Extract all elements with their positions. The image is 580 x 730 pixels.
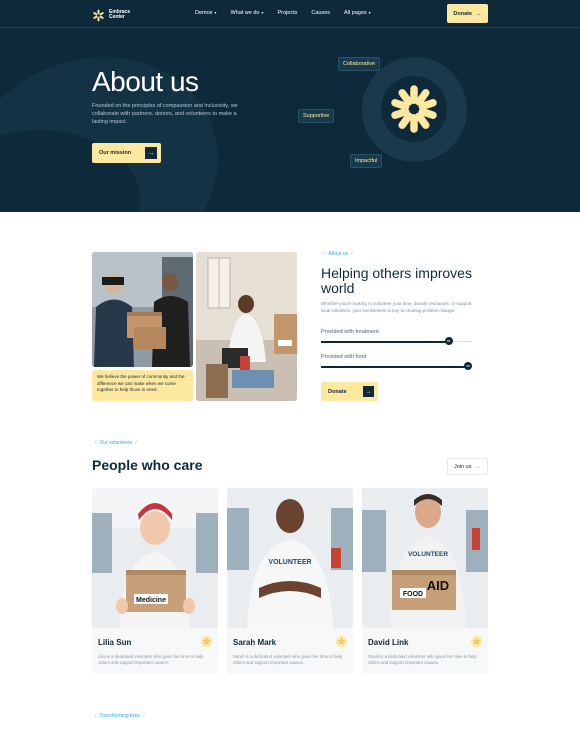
breadcrumb-link[interactable]: Transforming lives	[99, 713, 140, 719]
logo-text: Embrace Center	[109, 8, 131, 20]
volunteer-card-body: Sarah Mark Sarah is a dedicated voluntee…	[227, 628, 353, 674]
breadcrumb-link[interactable]: Our volunteers	[99, 440, 132, 446]
arrow-right-icon: →	[145, 147, 157, 159]
volunteer-card[interactable]: VOLUNTEER AID FOOD David Link David is a…	[362, 488, 488, 674]
hero-description: Founded on the principles of compassion …	[92, 103, 238, 125]
volunteer-name: David Link	[368, 638, 409, 647]
progress-fill	[321, 365, 468, 368]
tag-supportive: Supportive	[298, 109, 335, 123]
volunteer-card[interactable]: VOLUNTEER Sarah Mark Sarah is a dedicate…	[227, 488, 353, 674]
sunburst-icon	[471, 636, 482, 647]
volunteer-card-body: David Link David is a dedicated voluntee…	[362, 628, 488, 674]
chevron-down-icon: ▾	[214, 10, 217, 15]
shirt-text: VOLUNTEER	[408, 551, 448, 558]
hero-section: Embrace Center Demos ▾ What we do ▾ Projec…	[0, 0, 580, 212]
section-title: Helping others improves world	[321, 265, 472, 296]
breadcrumb: / Our volunteers /	[95, 440, 137, 446]
volunteer-photo: VOLUNTEER AID FOOD	[362, 488, 488, 628]
section-title: People who care	[92, 457, 203, 473]
volunteer-card-body: Lilia Sun Lilia is a dedicated volunteer…	[92, 628, 218, 674]
hero-emblem	[381, 76, 447, 142]
box-label-text: AID	[427, 578, 449, 593]
box-label-text: Medicine	[136, 597, 166, 604]
nav-item-what-we-do[interactable]: What we do ▾	[230, 10, 263, 16]
chevron-down-icon: ▾	[261, 10, 264, 15]
progress-value-badge: 98	[464, 362, 472, 370]
progress-label: Provided with treatment	[321, 329, 379, 335]
volunteer-description: Sarah is a dedicated volunteer who gives…	[233, 654, 343, 665]
progress-bar: 98	[321, 362, 472, 370]
nav-item-causes[interactable]: Causes	[311, 10, 330, 16]
donate-button[interactable]: Donate →	[447, 4, 488, 23]
sunburst-icon	[201, 636, 212, 647]
volunteer-description: Lilia is a dedicated volunteer who gives…	[98, 654, 204, 665]
logo[interactable]: Embrace Center	[92, 9, 139, 22]
volunteer-card[interactable]: Medicine Lilia Sun Lilia is a dedicated …	[92, 488, 218, 674]
volunteers-boxes-photo	[92, 252, 193, 367]
sunburst-icon	[336, 636, 347, 647]
breadcrumb-link[interactable]: About us	[328, 251, 348, 257]
arrow-right-icon: →	[475, 463, 481, 470]
volunteer-photo: Medicine	[92, 488, 218, 628]
volunteer-packing-photo	[196, 252, 297, 401]
nav-menu: Demos ▾ What we do ▾ Projects Causes All p…	[195, 10, 385, 16]
volunteer-name: Lilia Sun	[98, 638, 132, 647]
volunteer-description: David is a dedicated volunteer who gives…	[368, 654, 477, 665]
volunteer-photo: VOLUNTEER	[227, 488, 353, 628]
shirt-text: VOLUNTEER	[268, 559, 311, 566]
progress-value-badge: 85	[444, 337, 453, 345]
quote-card: We believe the power of community and th…	[92, 370, 193, 401]
breadcrumb: / About us /	[324, 251, 353, 257]
arrow-right-icon: →	[476, 10, 482, 17]
progress-bar: 85	[321, 337, 471, 345]
volunteer-name: Sarah Mark	[233, 638, 277, 647]
nav-item-all-pages[interactable]: All pages ▾	[344, 10, 371, 16]
top-nav: Embrace Center Demos ▾ What we do ▾ Projec…	[92, 4, 488, 26]
nav-divider	[0, 27, 580, 28]
progress-fill	[321, 340, 449, 343]
breadcrumb: / Transforming lives /	[95, 713, 145, 719]
tag-collaborative: Collaborative	[338, 57, 381, 71]
logo-icon	[93, 9, 104, 21]
progress-label: Provided with food	[321, 354, 367, 360]
donate-button[interactable]: Donate →	[321, 382, 378, 401]
section-description: Whether you're looking to volunteer your…	[321, 301, 472, 313]
page-title: About us	[92, 66, 199, 97]
sunburst-icon	[391, 85, 437, 133]
chevron-down-icon: ▾	[368, 10, 371, 15]
our-mission-button[interactable]: Our mission →	[92, 143, 161, 163]
nav-item-projects[interactable]: Projects	[278, 10, 298, 16]
box-label-text: FOOD	[403, 591, 423, 598]
join-us-button[interactable]: Join us →	[447, 458, 488, 475]
arrow-right-icon: →	[363, 386, 374, 397]
nav-item-demos[interactable]: Demos ▾	[195, 10, 216, 16]
tag-impactful: Impactful	[350, 154, 383, 168]
